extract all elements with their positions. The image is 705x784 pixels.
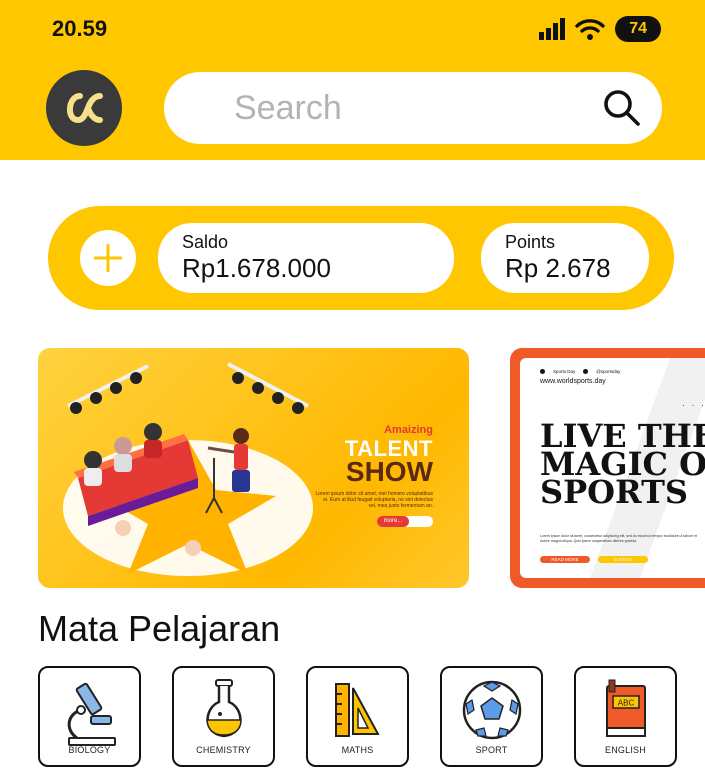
more-dots: . . . bbox=[682, 398, 705, 409]
app-logo[interactable] bbox=[46, 70, 122, 146]
talent-body: Lorem ipsum dolor sit amet, mei homero v… bbox=[315, 491, 433, 509]
status-icons: 74 bbox=[539, 16, 661, 42]
search-input[interactable] bbox=[234, 88, 574, 128]
instagram-icon bbox=[583, 369, 589, 374]
book-icon: ABC bbox=[605, 679, 646, 737]
saldo-value: Rp1.678.000 bbox=[182, 253, 331, 283]
read-more-button[interactable]: READ MORE bbox=[540, 556, 590, 563]
battery-icon: 74 bbox=[615, 16, 661, 42]
status-time: 20.59 bbox=[52, 16, 108, 41]
talent-kicker: Amaizing bbox=[384, 424, 433, 436]
saldo-label: Saldo bbox=[182, 232, 229, 252]
sports-banner-card: Sports Day @sportsday www.worldsports.da… bbox=[520, 358, 705, 578]
points-pill[interactable]: Points Rp 2.678 bbox=[481, 223, 649, 293]
signal-icon bbox=[539, 18, 566, 40]
subject-label: BIOLOGY bbox=[68, 745, 111, 755]
subject-biology[interactable]: BIOLOGY bbox=[38, 666, 141, 767]
sports-body: Lorem ipsum dolor sit amet, consectetur … bbox=[540, 534, 697, 543]
flask-icon bbox=[205, 679, 242, 738]
subject-label: MATHS bbox=[341, 745, 374, 755]
subject-list: BIOLOGY CHEMISTRY MATHS SPORT ABC ENGLIS… bbox=[38, 666, 677, 767]
search-bar[interactable] bbox=[164, 72, 662, 144]
soccer-ball-icon bbox=[462, 680, 521, 740]
search-icon[interactable] bbox=[602, 88, 642, 128]
wifi-icon bbox=[575, 19, 605, 40]
headline-line-3: SPORTS bbox=[540, 473, 688, 511]
social-row: Sports Day @sportsday bbox=[540, 369, 620, 374]
show-title: SHOW bbox=[345, 456, 433, 487]
points-value: Rp 2.678 bbox=[505, 253, 611, 283]
wallet-card: Saldo Rp1.678.000 Points Rp 2.678 bbox=[48, 206, 674, 310]
ruler-triangle-icon bbox=[334, 683, 380, 737]
subject-label: SPORT bbox=[475, 745, 508, 755]
social-name: Sports Day bbox=[553, 369, 576, 374]
subject-label: ENGLISH bbox=[605, 745, 646, 755]
saldo-pill[interactable]: Saldo Rp1.678.000 bbox=[158, 223, 454, 293]
subject-chemistry[interactable]: CHEMISTRY bbox=[172, 666, 275, 767]
points-label: Points bbox=[505, 232, 556, 252]
more-button[interactable]: more... bbox=[377, 516, 433, 527]
talent-show-banner[interactable]: Amaizing TALENT SHOW Lorem ipsum dolor s… bbox=[38, 348, 469, 588]
microscope-icon bbox=[67, 682, 116, 746]
section-title: Mata Pelajaran bbox=[38, 608, 281, 649]
events-button[interactable]: EVENTS bbox=[598, 556, 648, 563]
more-button-label: more... bbox=[377, 516, 409, 527]
plus-icon bbox=[94, 244, 122, 272]
subject-sport[interactable]: SPORT bbox=[440, 666, 543, 767]
subject-maths[interactable]: MATHS bbox=[306, 666, 409, 767]
logo-icon bbox=[67, 93, 103, 124]
sports-url: www.worldsports.day bbox=[540, 378, 606, 385]
sports-banner[interactable]: Sports Day @sportsday www.worldsports.da… bbox=[510, 348, 705, 588]
top-up-button[interactable] bbox=[80, 230, 136, 286]
book-title: ABC bbox=[617, 699, 634, 708]
app-header: 20.59 74 bbox=[0, 0, 705, 160]
subject-english[interactable]: ABC ENGLISH bbox=[574, 666, 677, 767]
facebook-icon bbox=[540, 369, 545, 374]
social-handle: @sportsday bbox=[596, 369, 621, 374]
subject-label: CHEMISTRY bbox=[196, 745, 251, 755]
